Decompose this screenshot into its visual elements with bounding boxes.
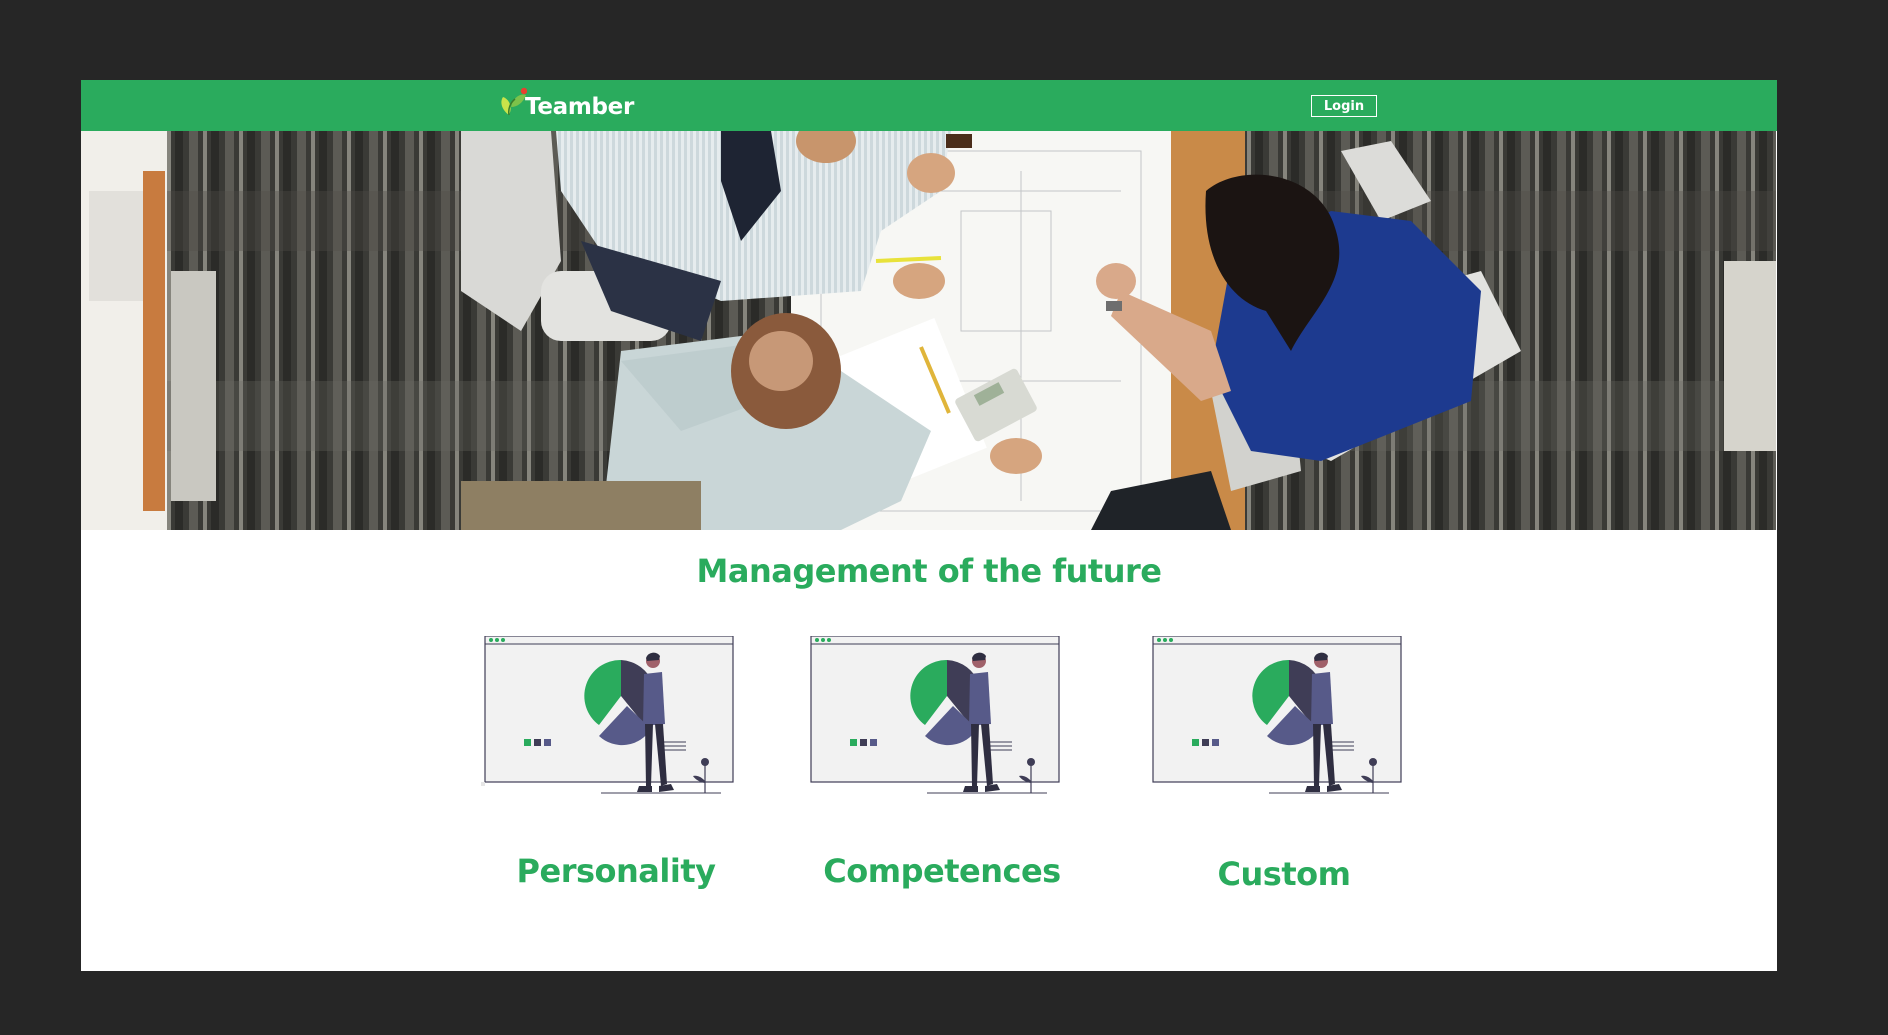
web-page: Teamber Login Management of the future P… xyxy=(81,80,1777,971)
category-card-competences[interactable]: Competences xyxy=(807,636,1077,906)
hero-image xyxy=(81,131,1776,530)
pie-chart-presentation-icon xyxy=(810,636,1060,794)
leaf-logo-icon xyxy=(501,87,527,116)
category-card-personality[interactable]: Personality xyxy=(481,636,751,906)
top-navbar: Teamber Login xyxy=(81,80,1777,131)
card-title: Personality xyxy=(516,852,716,890)
card-title: Competences xyxy=(823,852,1061,890)
pie-chart-presentation-icon xyxy=(481,636,734,794)
category-card-custom[interactable]: Custom xyxy=(1149,636,1419,906)
card-title: Custom xyxy=(1217,855,1351,893)
pie-chart-presentation-icon xyxy=(1152,636,1402,794)
brand-name: Teamber xyxy=(525,94,635,120)
page-headline: Management of the future xyxy=(696,552,1162,590)
meeting-photo xyxy=(81,131,1776,530)
login-button[interactable]: Login xyxy=(1311,95,1377,117)
